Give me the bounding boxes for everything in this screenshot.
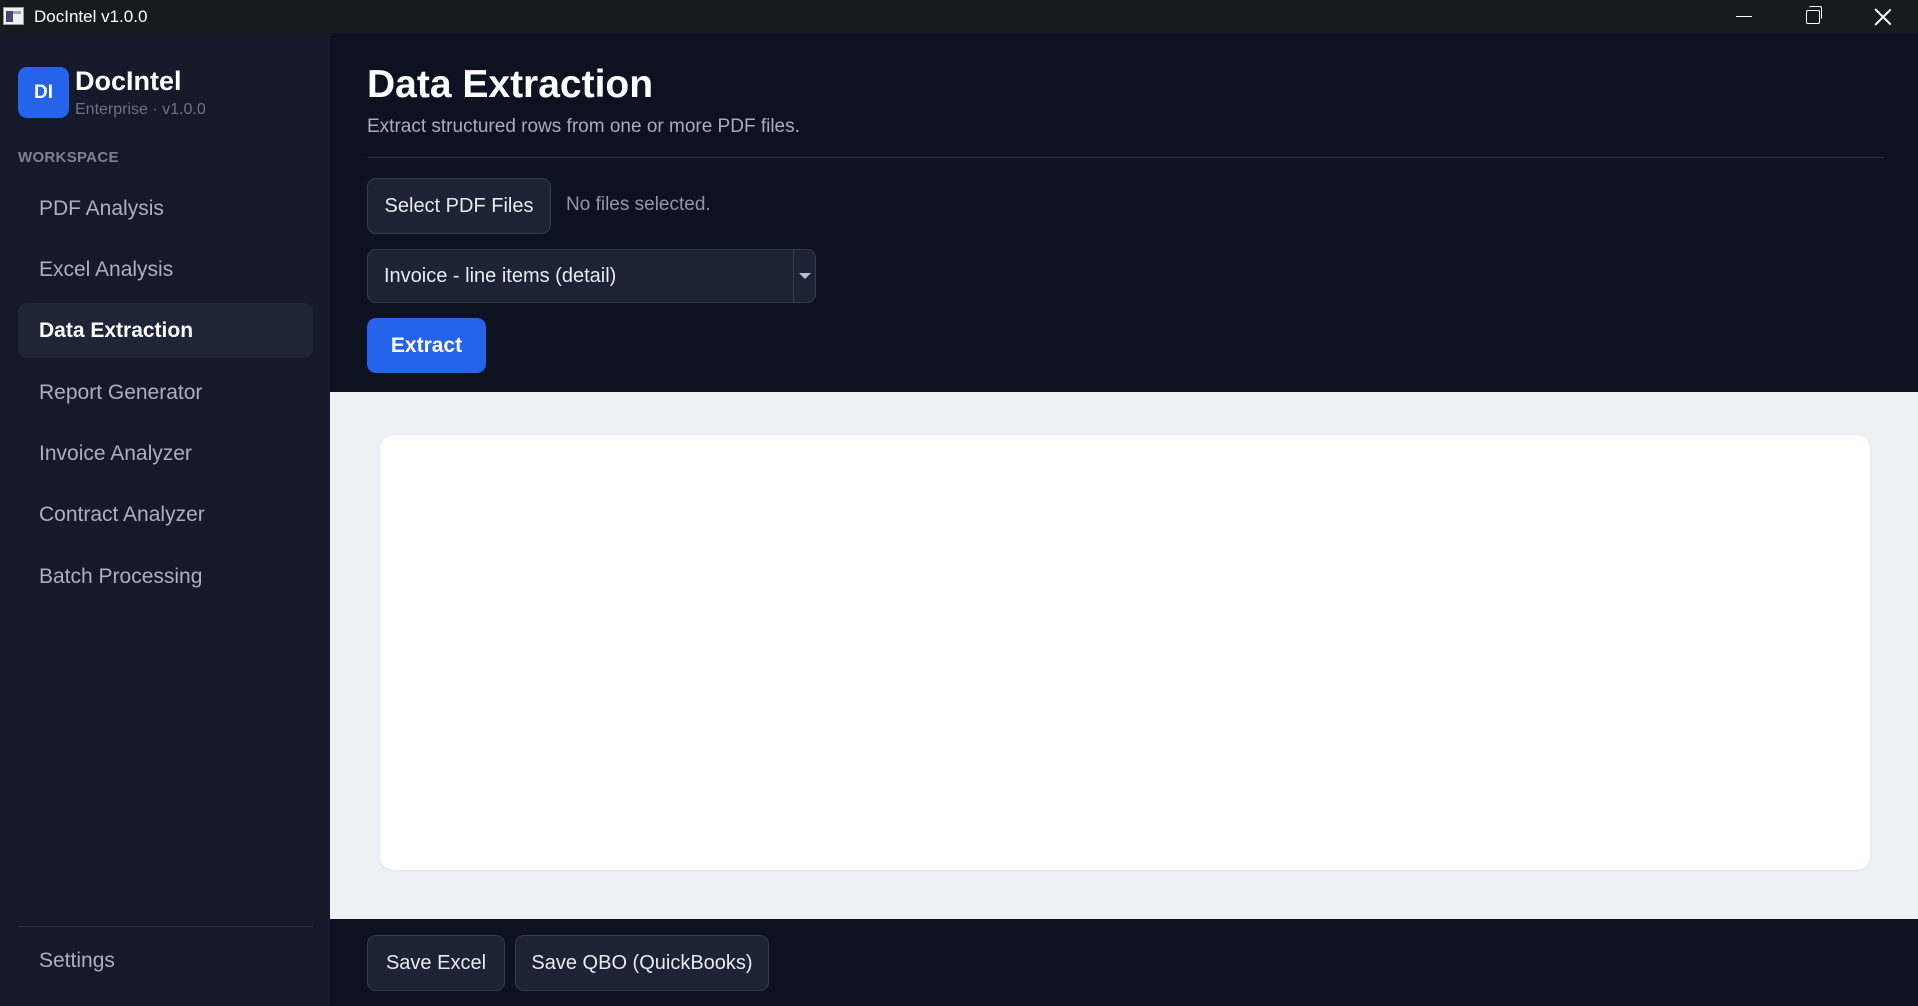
sidebar-item-label: Settings bbox=[39, 948, 115, 972]
sidebar-item-pdf-analysis[interactable]: PDF Analysis bbox=[18, 181, 313, 236]
sidebar: DI DocIntel Enterprise · v1.0.0 WORKSPAC… bbox=[0, 33, 330, 1006]
minimize-icon bbox=[1736, 15, 1752, 18]
title-bar: DocIntel v1.0.0 bbox=[0, 0, 1918, 33]
maximize-button[interactable] bbox=[1778, 0, 1848, 33]
sidebar-item-settings[interactable]: Settings bbox=[18, 933, 313, 988]
chevron-down-icon bbox=[798, 273, 811, 279]
sidebar-item-label: Invoice Analyzer bbox=[39, 441, 192, 465]
section-label-workspace: WORKSPACE bbox=[18, 149, 119, 166]
sidebar-item-label: Data Extraction bbox=[39, 318, 194, 342]
page-title: Data Extraction bbox=[367, 63, 654, 106]
window-title: DocIntel v1.0.0 bbox=[34, 7, 148, 26]
brand-name: DocIntel bbox=[75, 66, 182, 96]
sidebar-item-report-generator[interactable]: Report Generator bbox=[18, 365, 313, 420]
extract-button[interactable]: Extract bbox=[367, 318, 486, 373]
save-excel-button[interactable]: Save Excel bbox=[367, 935, 505, 991]
close-button[interactable] bbox=[1848, 0, 1918, 33]
sidebar-item-label: Report Generator bbox=[39, 380, 203, 404]
dropdown-toggle[interactable] bbox=[793, 250, 815, 302]
select-pdf-files-button[interactable]: Select PDF Files bbox=[367, 178, 551, 234]
save-qbo-button[interactable]: Save QBO (QuickBooks) bbox=[515, 935, 769, 991]
sidebar-item-contract-analyzer[interactable]: Contract Analyzer bbox=[18, 487, 313, 542]
sidebar-divider bbox=[18, 926, 313, 927]
results-area bbox=[330, 392, 1918, 919]
main-controls: Data Extraction Extract structured rows … bbox=[330, 33, 1918, 392]
restore-icon bbox=[1806, 5, 1822, 24]
logo-badge: DI bbox=[18, 67, 69, 118]
minimize-button[interactable] bbox=[1709, 0, 1779, 33]
sidebar-item-label: Excel Analysis bbox=[39, 257, 174, 281]
sidebar-item-batch-processing[interactable]: Batch Processing bbox=[18, 549, 313, 604]
files-status: No files selected. bbox=[566, 194, 711, 215]
page-subtitle: Extract structured rows from one or more… bbox=[367, 116, 800, 137]
footer-actions: Save Excel Save QBO (QuickBooks) bbox=[330, 919, 1918, 1006]
sidebar-item-label: PDF Analysis bbox=[39, 196, 164, 220]
results-panel[interactable] bbox=[380, 435, 1870, 870]
sidebar-item-label: Contract Analyzer bbox=[39, 502, 205, 526]
brand-subtitle: Enterprise · v1.0.0 bbox=[75, 101, 206, 118]
sidebar-item-label: Batch Processing bbox=[39, 564, 203, 588]
sidebar-item-invoice-analyzer[interactable]: Invoice Analyzer bbox=[18, 426, 313, 481]
sidebar-item-excel-analysis[interactable]: Excel Analysis bbox=[18, 242, 313, 297]
close-icon bbox=[1874, 8, 1892, 26]
template-select-value: Invoice - line items (detail) bbox=[384, 264, 617, 287]
app-icon bbox=[3, 7, 24, 25]
sidebar-item-data-extraction[interactable]: Data Extraction bbox=[18, 303, 313, 358]
header-divider bbox=[367, 157, 1884, 158]
template-select[interactable]: Invoice - line items (detail) bbox=[367, 249, 816, 303]
